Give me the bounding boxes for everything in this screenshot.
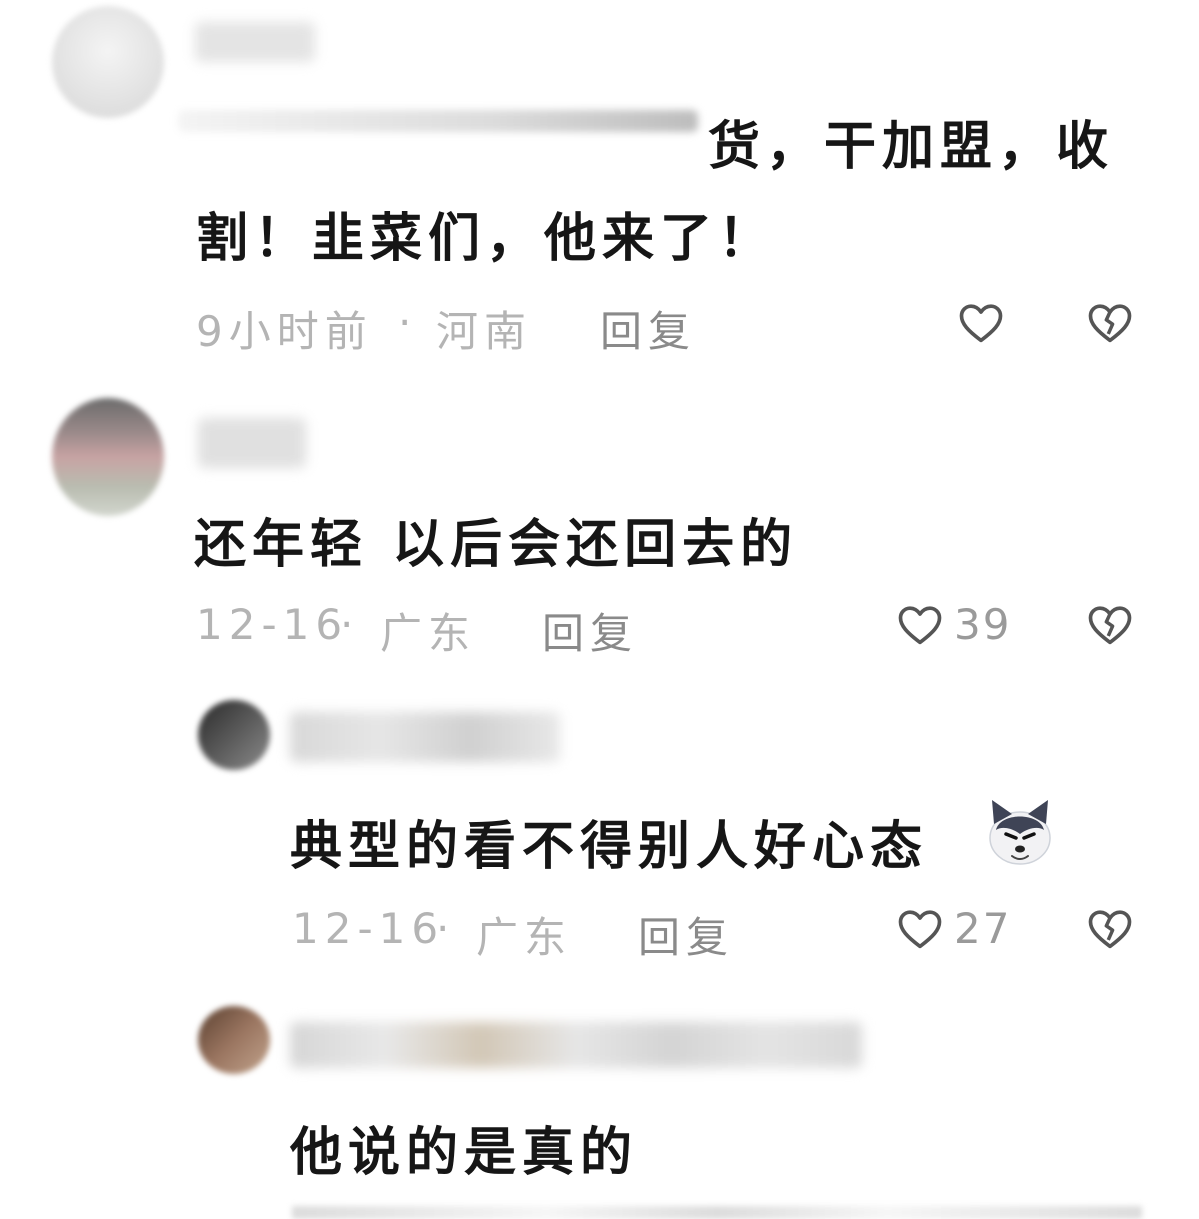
heart-outline-icon[interactable] [894,902,946,954]
comment-time: 12-16 [292,904,445,953]
comment-text: 还年轻 以后会还回去的 [194,515,799,575]
broken-heart-icon[interactable] [1084,598,1136,650]
username-redacted[interactable] [195,22,315,62]
comment-location: 广东 [380,609,477,658]
broken-heart-icon[interactable] [1084,902,1136,954]
username-redacted[interactable] [198,418,306,468]
meta-separator: · [436,904,456,953]
reply-button[interactable]: 回复 [600,298,696,359]
like-count: 27 [954,904,1012,953]
comment-text-line1: 货，干加盟，收 [708,117,1115,177]
heart-outline-icon[interactable] [894,598,946,650]
comment-time: 12-16 [196,600,349,649]
heart-outline-icon[interactable] [955,296,1007,348]
redacted-text [178,110,698,132]
username-redacted[interactable] [290,1022,862,1068]
broken-heart-icon[interactable] [1084,296,1136,348]
comment-text-line2: 割！韭菜们，他来了！ [196,209,777,269]
comment-location: 广东 [476,913,573,962]
meta-separator: · [398,298,418,347]
comment-text: 典型的看不得别人好心态 [290,817,929,877]
comment-time: 9小时前 [196,307,373,356]
like-count: 39 [954,600,1012,649]
meta-separator: · [340,600,360,649]
username-redacted[interactable] [290,712,560,762]
comment-location: 河南 [436,307,533,356]
avatar[interactable] [198,700,270,770]
reply-button[interactable]: 回复 [542,600,638,661]
comment-text: 他说的是真的 [290,1123,639,1183]
avatar[interactable] [52,398,164,516]
avatar[interactable] [52,6,164,118]
avatar[interactable] [198,1006,270,1074]
dog-face-emoji [982,794,1058,870]
meta-row-cutoff [292,1206,1142,1219]
reply-button[interactable]: 回复 [638,904,734,965]
